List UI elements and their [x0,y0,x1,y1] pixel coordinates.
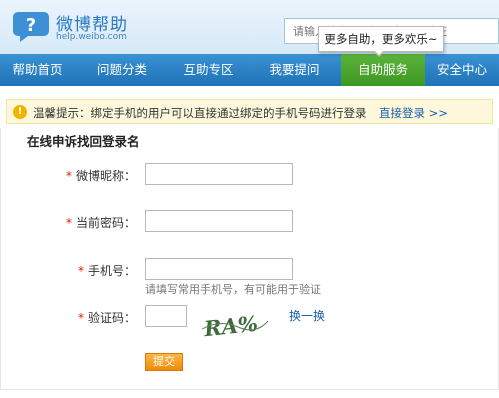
direct-login-link[interactable]: 直接登录 >> [379,105,448,121]
nav-item-self-service[interactable]: 自助服务 [341,54,425,86]
password-label: * 当前密码： [66,216,137,230]
warning-icon: ! [13,105,27,119]
main-nav: 帮助首页 问题分类 互助专区 我要提问 自助服务 安全中心 [0,54,499,86]
captcha-image[interactable]: RA% [200,309,270,341]
submit-button[interactable]: 提交 [145,353,183,371]
captcha-text: RA% [202,311,259,341]
phone-input[interactable] [145,258,293,280]
required-mark: * [66,216,72,230]
site-url: help.weibo.com [56,32,127,42]
required-mark: * [78,311,84,325]
tooltip: 更多自助，更多欢乐~ [318,26,444,52]
phone-hint: 请填写常用手机号，有可能用于验证 [145,283,321,296]
phone-label: * 手机号： [78,264,137,278]
required-mark: * [66,169,72,183]
nav-item-home[interactable]: 帮助首页 [0,54,75,86]
notice-bar: ! 温馨提示：绑定手机的用户可以直接通过绑定的手机号码进行登录 直接登录 >> [6,99,493,124]
form-title: 在线申诉找回登录名 [27,134,140,149]
nickname-label: * 微博昵称： [66,169,137,183]
nav-item-categories[interactable]: 问题分类 [75,54,169,86]
captcha-label: * 验证码： [78,311,137,325]
help-logo-icon[interactable]: ? [12,8,50,42]
required-mark: * [78,264,84,278]
captcha-input[interactable] [145,305,187,327]
notice-text: 温馨提示：绑定手机的用户可以直接通过绑定的手机号码进行登录 [33,106,367,120]
password-input[interactable] [145,210,293,232]
nav-item-security-center[interactable]: 安全中心 [425,54,499,86]
nickname-input[interactable] [145,163,293,185]
nav-item-ask-question[interactable]: 我要提问 [248,54,341,86]
svg-text:?: ? [26,15,36,36]
refresh-captcha-link[interactable]: 换一换 [289,307,325,324]
nav-item-mutual-help[interactable]: 互助专区 [169,54,248,86]
tooltip-arrow-inner [374,50,384,55]
